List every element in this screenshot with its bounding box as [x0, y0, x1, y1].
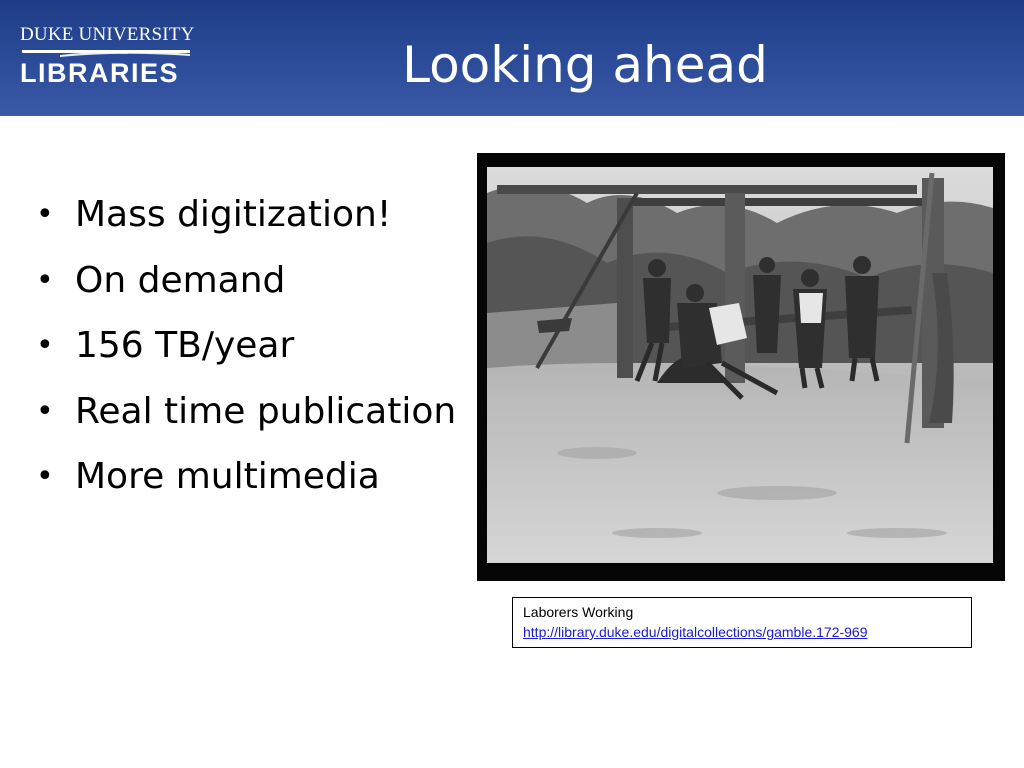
- caption-title: Laborers Working: [523, 604, 634, 620]
- bullet-item: • Mass digitization!: [36, 182, 486, 248]
- bullet-item: • 156 TB/year: [36, 313, 486, 379]
- bullet-item: • On demand: [36, 248, 486, 314]
- laborers-photo: [477, 153, 1005, 581]
- bullet-marker: •: [36, 328, 54, 363]
- photo-illustration: [477, 153, 1005, 581]
- bullet-item: • Real time publication: [36, 379, 486, 445]
- bullet-marker: •: [36, 393, 54, 429]
- bullet-text: 156 TB/year: [75, 325, 295, 366]
- bullet-marker: •: [36, 459, 54, 494]
- caption-link[interactable]: http://library.duke.edu/digitalcollectio…: [523, 624, 868, 640]
- bullet-text: On demand: [75, 259, 286, 301]
- bullet-item: • More multimedia: [36, 444, 486, 510]
- bullet-text: Mass digitization!: [75, 194, 392, 235]
- logo-libraries-text: LIBRARIES: [20, 58, 180, 88]
- bullet-text: Real time publication: [75, 390, 457, 432]
- logo-university-text: DUKE UNIVERSITY: [20, 24, 195, 45]
- header-band: DUKE UNIVERSITY LIBRARIES Looking ahead: [0, 0, 1024, 116]
- bullet-marker: •: [36, 262, 54, 298]
- slide: DUKE UNIVERSITY LIBRARIES Looking ahead …: [0, 0, 1024, 768]
- duke-libraries-logo: DUKE UNIVERSITY LIBRARIES: [20, 24, 195, 90]
- photo-caption: Laborers Working http://library.duke.edu…: [512, 597, 972, 648]
- bullet-marker: •: [36, 197, 54, 232]
- logo-swoosh-icon: [22, 50, 190, 57]
- slide-title: Looking ahead: [402, 36, 768, 94]
- bullet-list: • Mass digitization! • On demand • 156 T…: [36, 182, 486, 510]
- bullet-text: More multimedia: [75, 456, 380, 497]
